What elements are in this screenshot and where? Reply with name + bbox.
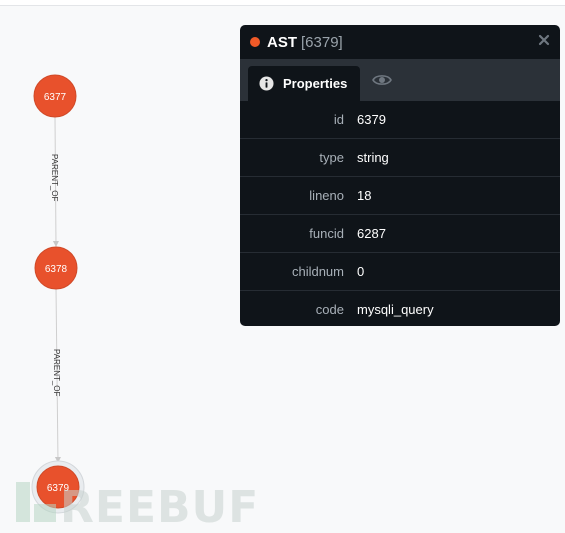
watermark: REEBUF <box>16 482 259 533</box>
property-row: funcid 6287 <box>240 215 560 253</box>
property-row: id 6379 <box>240 101 560 139</box>
edge-label: PARENT_OF <box>52 349 61 397</box>
panel-header: AST [6379] <box>240 25 560 59</box>
close-icon[interactable] <box>538 34 550 46</box>
tab-properties[interactable]: Properties <box>248 66 360 101</box>
property-row: type string <box>240 139 560 177</box>
node-color-dot <box>250 37 260 47</box>
graph-edge[interactable]: PARENT_OF <box>52 287 61 463</box>
property-key: lineno <box>309 188 344 203</box>
panel-title: AST <box>267 33 297 51</box>
graph-edge[interactable]: PARENT_OF <box>50 116 59 247</box>
edge-label: PARENT_OF <box>50 154 59 202</box>
node-details-panel: AST [6379] Properties id 6379 type strin… <box>240 25 560 326</box>
property-key: childnum <box>291 264 344 279</box>
properties-table: id 6379 type string lineno 18 funcid 628… <box>240 101 560 326</box>
watermark-logo <box>16 482 56 522</box>
property-value: 18 <box>357 188 372 203</box>
node-label: 6378 <box>45 264 68 275</box>
info-icon <box>259 76 274 91</box>
property-value: 0 <box>357 264 365 279</box>
panel-tabbar: Properties <box>240 59 560 101</box>
node-label: 6377 <box>44 92 67 103</box>
property-value: mysqli_query <box>357 302 434 317</box>
property-key: funcid <box>309 226 344 241</box>
property-key: code <box>315 302 344 317</box>
eye-icon[interactable] <box>372 73 392 87</box>
tab-properties-label: Properties <box>283 76 348 91</box>
property-value: 6287 <box>357 226 386 241</box>
watermark-text: REEBUF <box>60 482 260 533</box>
panel-title-id: [6379] <box>301 33 343 51</box>
property-value: 6379 <box>357 112 386 127</box>
property-value: string <box>357 150 389 165</box>
property-key: type <box>319 150 344 165</box>
graph-node[interactable]: 6377 <box>33 74 77 118</box>
property-row: code mysqli_query <box>240 291 560 326</box>
property-key: id <box>333 112 344 127</box>
property-row: lineno 18 <box>240 177 560 215</box>
graph-node[interactable]: 6378 <box>34 246 78 290</box>
property-row: childnum 0 <box>240 253 560 291</box>
